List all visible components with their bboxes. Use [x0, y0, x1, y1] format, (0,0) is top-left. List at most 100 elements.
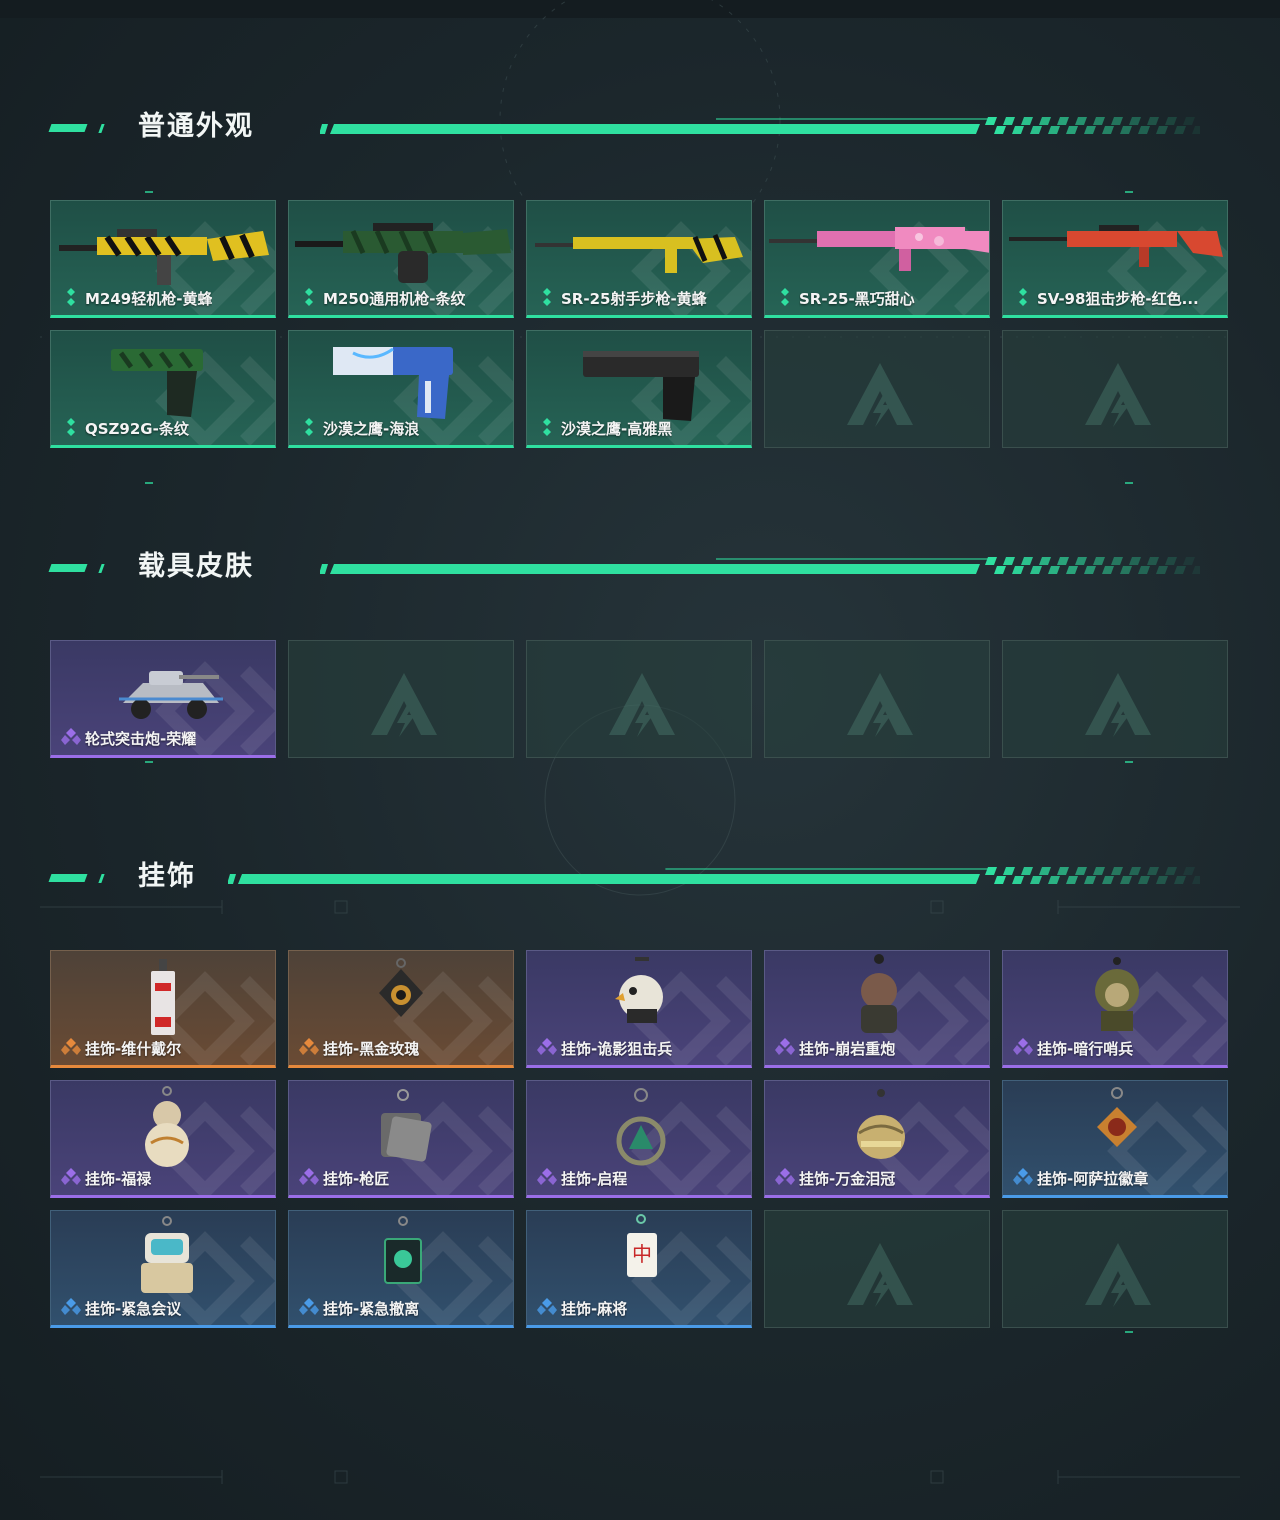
item-card[interactable]: 挂饰-福禄: [50, 1080, 276, 1198]
empty-slot: [1002, 1210, 1228, 1328]
section-header: 挂饰: [48, 861, 1210, 892]
item-name: 挂饰-阿萨拉徽章: [1037, 1170, 1149, 1188]
mg-green-icon: [295, 223, 511, 283]
charm-bird-icon: [615, 957, 663, 1023]
item-name: 轮式突击炮-荣耀: [85, 730, 197, 748]
header-tick-decoration: [98, 874, 105, 883]
charm-ghillie-icon: [1095, 957, 1139, 1031]
item-card[interactable]: SR-25射手步枪-黄蜂: [526, 200, 752, 318]
charm-tag-icon: [151, 959, 175, 1035]
item-name: SR-25-黑巧甜心: [799, 290, 915, 308]
empty-slot: [764, 640, 990, 758]
header-tick-decoration: [98, 564, 105, 573]
charm-box-icon: [384, 1216, 422, 1284]
pistol-blue-icon: [333, 347, 453, 419]
rarity-diamond-icon: [775, 1038, 795, 1055]
item-name: 挂饰-启程: [561, 1170, 628, 1188]
rarity-diamond-icon: [537, 1038, 557, 1055]
item-name: 挂饰-崩岩重炮: [799, 1040, 896, 1058]
rarity-diamond-icon: [61, 1298, 81, 1315]
section-divider-bar: [228, 867, 1200, 884]
placeholder-logo-icon: [1085, 363, 1151, 427]
empty-slot: [526, 640, 752, 758]
header-tick-decoration: [98, 124, 105, 133]
charm-ring-icon: [616, 1088, 666, 1166]
rarity-diamond-icon: [299, 1298, 319, 1315]
empty-slot: [764, 330, 990, 448]
svg-text:中: 中: [632, 1242, 652, 1266]
charm-gourd-icon: [145, 1086, 189, 1167]
charm-robot-icon: [141, 1216, 193, 1293]
charm-dogtag-icon: [381, 1089, 432, 1162]
item-name: 挂饰-枪匠: [323, 1170, 390, 1188]
section-title: 挂饰: [138, 861, 196, 892]
rarity-diamond-icon: [781, 288, 789, 306]
sniper-red-icon: [1009, 225, 1223, 267]
item-name: SR-25射手步枪-黄蜂: [561, 290, 707, 308]
item-name: 挂饰-麻将: [561, 1300, 628, 1318]
rarity-diamond-icon: [537, 1168, 557, 1185]
rarity-diamond-icon: [61, 728, 81, 745]
item-card[interactable]: SR-25-黑巧甜心: [764, 200, 990, 318]
item-card[interactable]: 挂饰-黑金玫瑰: [288, 950, 514, 1068]
item-card[interactable]: 挂饰-诡影狙击兵: [526, 950, 752, 1068]
section-divider-bar: [320, 117, 1200, 134]
rarity-diamond-icon: [299, 1038, 319, 1055]
rarity-diamond-icon: [61, 1038, 81, 1055]
item-name: 挂饰-紧急撤离: [323, 1300, 420, 1318]
item-name: SV-98狙击步枪-红色...: [1037, 290, 1199, 308]
placeholder-logo-icon: [1085, 1243, 1151, 1307]
charm-mahjong-icon: 中: [627, 1214, 657, 1277]
item-card[interactable]: 挂饰-紧急会议: [50, 1210, 276, 1328]
item-name: 挂饰-万金泪冠: [799, 1170, 896, 1188]
item-card[interactable]: 沙漠之鹰-高雅黑: [526, 330, 752, 448]
item-card[interactable]: SV-98狙击步枪-红色...: [1002, 200, 1228, 318]
item-name: M249轻机枪-黄蜂: [85, 290, 213, 308]
charm-crown-icon: [857, 1089, 905, 1159]
placeholder-logo-icon: [371, 673, 437, 737]
empty-slot: [1002, 640, 1228, 758]
rarity-diamond-icon: [537, 1298, 557, 1315]
item-card[interactable]: 挂饰-阿萨拉徽章: [1002, 1080, 1228, 1198]
item-card[interactable]: 沙漠之鹰-海浪: [288, 330, 514, 448]
placeholder-logo-icon: [1085, 673, 1151, 737]
rarity-diamond-icon: [305, 288, 313, 306]
item-card[interactable]: 挂饰-暗行哨兵: [1002, 950, 1228, 1068]
section-title: 普通外观: [138, 111, 254, 142]
charm-badge-icon: [1097, 1087, 1137, 1147]
item-card[interactable]: 挂饰-万金泪冠: [764, 1080, 990, 1198]
section-divider-bar: [320, 557, 1200, 574]
rifle-pink-icon: [769, 227, 989, 271]
item-name: 挂饰-诡影狙击兵: [561, 1040, 673, 1058]
pistol-green-icon: [111, 349, 203, 417]
rarity-diamond-icon: [1019, 288, 1027, 306]
item-card[interactable]: 中挂饰-麻将: [526, 1210, 752, 1328]
vehicle-icon: [119, 671, 223, 719]
rifle-yellow-icon: [59, 229, 269, 285]
item-card[interactable]: M250通用机枪-条纹: [288, 200, 514, 318]
item-card[interactable]: 挂饰-紧急撤离: [288, 1210, 514, 1328]
rarity-diamond-icon: [67, 418, 75, 436]
empty-slot: [1002, 330, 1228, 448]
empty-slot: [288, 640, 514, 758]
item-name: 挂饰-紧急会议: [85, 1300, 182, 1318]
placeholder-logo-icon: [847, 673, 913, 737]
item-card[interactable]: 挂饰-崩岩重炮: [764, 950, 990, 1068]
rarity-diamond-icon: [775, 1168, 795, 1185]
charm-rose-icon: [379, 958, 423, 1017]
pistol-black-icon: [583, 351, 699, 421]
item-card[interactable]: 挂饰-启程: [526, 1080, 752, 1198]
item-name: 沙漠之鹰-海浪: [323, 420, 420, 438]
rarity-diamond-icon: [543, 418, 551, 436]
item-card[interactable]: M249轻机枪-黄蜂: [50, 200, 276, 318]
placeholder-logo-icon: [847, 363, 913, 427]
rarity-diamond-icon: [1013, 1038, 1033, 1055]
item-card[interactable]: 挂饰-枪匠: [288, 1080, 514, 1198]
rarity-diamond-icon: [299, 1168, 319, 1185]
item-card[interactable]: QSZ92G-条纹: [50, 330, 276, 448]
item-card[interactable]: 轮式突击炮-荣耀: [50, 640, 276, 758]
empty-slot: [764, 1210, 990, 1328]
rarity-diamond-icon: [67, 288, 75, 306]
section-header: 载具皮肤: [48, 552, 1210, 582]
item-card[interactable]: 挂饰-维什戴尔: [50, 950, 276, 1068]
